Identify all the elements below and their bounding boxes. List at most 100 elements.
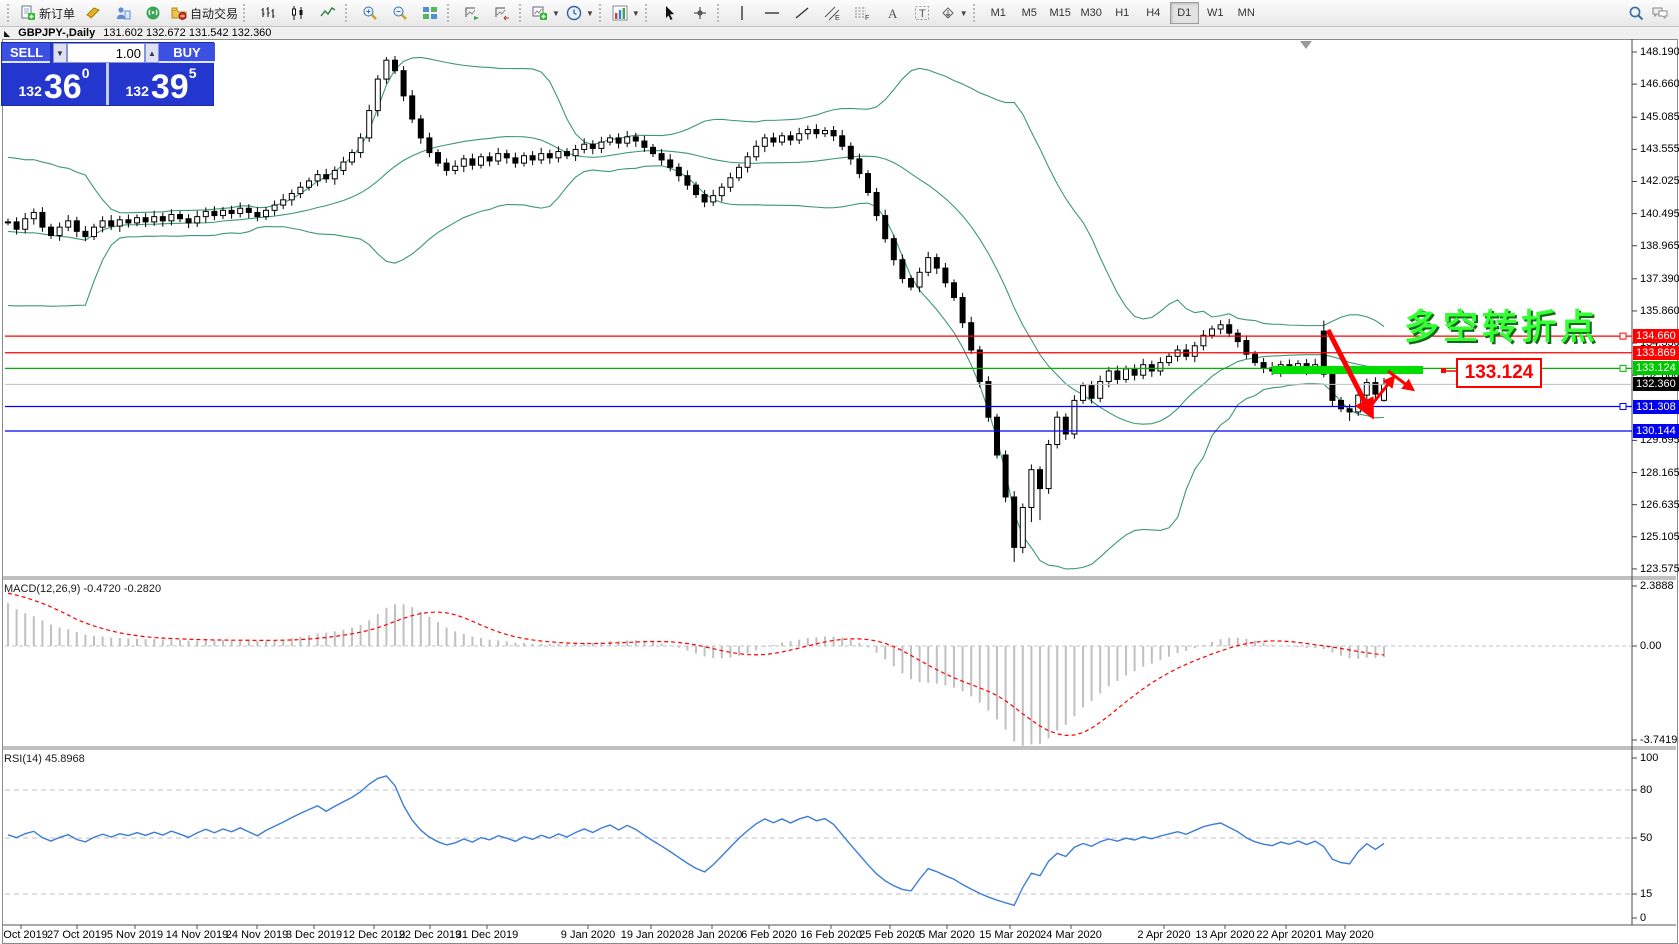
chart-corner-icon: ◣: [4, 29, 10, 38]
date-tick-label: 15 Mar 2020: [979, 929, 1041, 941]
price-tick-label: 140.495: [1640, 208, 1679, 220]
indicators-button[interactable]: ▼: [609, 1, 643, 25]
crosshair-button[interactable]: [685, 1, 715, 25]
toolbar-group-handle: [345, 4, 351, 22]
metaquotes-button[interactable]: [78, 1, 108, 25]
toolbar-group-handle: [645, 4, 651, 22]
price-badge-130.144: 130.144: [1633, 424, 1679, 438]
text-button[interactable]: A: [877, 1, 907, 25]
timeframe-d1-button[interactable]: D1: [1170, 2, 1199, 24]
date-tick-label: 14 Nov 2019: [166, 929, 228, 941]
price-badge-133.124: 133.124: [1633, 361, 1679, 375]
cursor-button[interactable]: [655, 1, 685, 25]
trendline-icon: [794, 5, 810, 21]
price-level-box[interactable]: 133.124: [1456, 358, 1542, 388]
chat-icon[interactable]: [1652, 5, 1668, 21]
volume-up-button[interactable]: ▲: [145, 43, 159, 63]
toolbar-group-handle: [519, 4, 525, 22]
person-chart-icon: [115, 5, 131, 21]
date-tick-label: 5 Nov 2019: [107, 929, 163, 941]
vertical-line-button[interactable]: [727, 1, 757, 25]
chart-title-row: ◣ GBPJPY-,Daily 131.602 132.672 131.542 …: [0, 27, 1679, 39]
timeframe-m15-button[interactable]: M15: [1046, 2, 1075, 24]
equidistant-channel-button[interactable]: E: [817, 1, 847, 25]
periods-button[interactable]: ▼: [563, 1, 597, 25]
gold-wing-icon: [85, 5, 101, 21]
auto-scroll-button[interactable]: [457, 1, 487, 25]
signals-button[interactable]: [138, 1, 168, 25]
date-tick-label: 24 Nov 2019: [226, 929, 288, 941]
price-tick-label: 125.105: [1640, 531, 1679, 543]
line-chart-button[interactable]: [313, 1, 343, 25]
timeframe-m1-button[interactable]: M1: [984, 2, 1013, 24]
timeframe-m5-button[interactable]: M5: [1015, 2, 1044, 24]
price-badge-131.308: 131.308: [1633, 400, 1679, 414]
toolbar-group-handle: [717, 4, 723, 22]
zoom-out-button[interactable]: [385, 1, 415, 25]
macd-pane[interactable]: [5, 593, 1632, 746]
autotrading-button[interactable]: 自动交易: [168, 1, 241, 25]
macd-signal-line: [8, 593, 1384, 735]
volume-input[interactable]: [67, 43, 145, 63]
rsi-tick-label: 0: [1640, 912, 1646, 924]
zoom-in-button[interactable]: [355, 1, 385, 25]
date-tick-label: 9 Jan 2020: [561, 929, 615, 941]
price-badge-132.360: 132.360: [1633, 377, 1679, 391]
date-tick-label: 31 Dec 2019: [456, 929, 518, 941]
volume-stepper: ▼ ▲: [53, 43, 159, 63]
bar-chart-button[interactable]: [253, 1, 283, 25]
vline-icon: [734, 5, 750, 21]
market-watch-button[interactable]: [108, 1, 138, 25]
text-t-icon: T: [914, 5, 930, 21]
main-chart-pane[interactable]: [6, 56, 1387, 569]
buy-price-sup: 5: [189, 65, 197, 81]
fibonacci-button[interactable]: F: [847, 1, 877, 25]
timeframe-mn-button[interactable]: MN: [1232, 2, 1261, 24]
date-tick-label: 16 Feb 2020: [800, 929, 862, 941]
tile-icon: [422, 5, 438, 21]
toolbar-group-handle: [447, 4, 453, 22]
search-icon[interactable]: [1628, 5, 1644, 21]
date-tick-label: 2 Apr 2020: [1137, 929, 1190, 941]
chart-shift-button[interactable]: [487, 1, 517, 25]
sell-button[interactable]: SELL: [2, 43, 50, 63]
turning-point-annotation[interactable]: 多空转折点: [1404, 299, 1599, 350]
buy-button[interactable]: BUY: [159, 43, 215, 63]
volume-down-button[interactable]: ▼: [53, 43, 67, 63]
rsi-tick-label: 15: [1640, 888, 1652, 900]
new-order-button[interactable]: 新订单: [17, 1, 78, 25]
line-handle-square: [1620, 365, 1626, 371]
trendline-button[interactable]: [787, 1, 817, 25]
svg-text:E: E: [835, 15, 840, 21]
horizontal-line-button[interactable]: [757, 1, 787, 25]
autotrading-button-label: 自动交易: [190, 5, 238, 22]
arrows-button[interactable]: ▼: [937, 1, 971, 25]
sell-price[interactable]: 132 36 0: [2, 63, 106, 105]
date-tick-label: 22 Dec 2019: [399, 929, 461, 941]
rsi-pane[interactable]: [5, 776, 1632, 905]
date-tick-label: 13 Apr 2020: [1195, 929, 1254, 941]
newchart-icon: [532, 5, 548, 21]
main-toolbar: 新订单自动交易▼▼▼EFAT▼M1M5M15M30H1H4D1W1MN: [0, 0, 1679, 27]
date-tick-label: 25 Feb 2020: [859, 929, 921, 941]
timeframe-w1-button[interactable]: W1: [1201, 2, 1230, 24]
timeframe-h4-button[interactable]: H4: [1139, 2, 1168, 24]
tile-windows-button[interactable]: [415, 1, 445, 25]
price-tick-label: 128.165: [1640, 467, 1679, 479]
timeframe-h1-button[interactable]: H1: [1108, 2, 1137, 24]
price-tick-label: 146.660: [1640, 78, 1679, 90]
toolbar-group-handle: [973, 4, 979, 22]
candles-icon: [290, 5, 306, 21]
date-tick-label: 1 May 2020: [1316, 929, 1373, 941]
timeframe-m30-button[interactable]: M30: [1077, 2, 1106, 24]
new-chart-button[interactable]: ▼: [529, 1, 563, 25]
chartshift-icon: [494, 5, 510, 21]
price-badge-133.869: 133.869: [1633, 346, 1679, 360]
signal-icon: [145, 5, 161, 21]
candlestick-chart-button[interactable]: [283, 1, 313, 25]
bollinger-lower-band: [8, 166, 1384, 569]
date-tick-label: 6 Feb 2020: [741, 929, 797, 941]
text-label-button[interactable]: T: [907, 1, 937, 25]
chart-canvas[interactable]: [0, 0, 1679, 944]
buy-price[interactable]: 132 39 5: [109, 63, 213, 105]
